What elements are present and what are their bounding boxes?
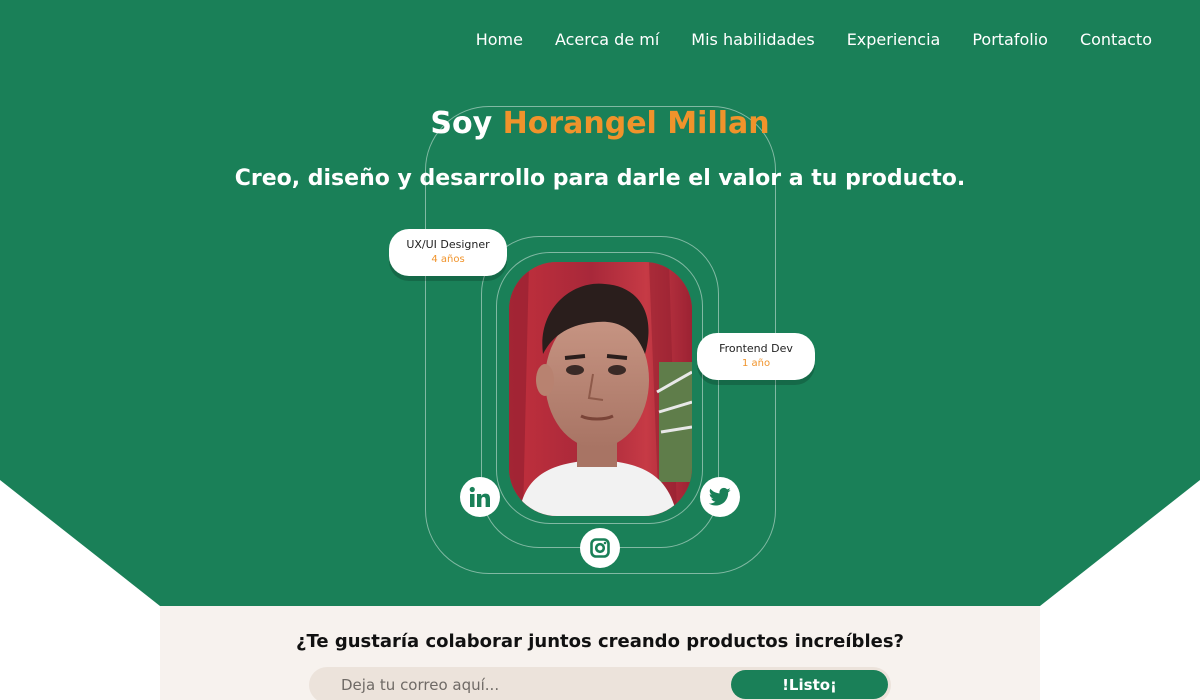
nav-about[interactable]: Acerca de mí [555, 28, 659, 52]
page: Home Acerca de mí Mis habilidades Experi… [0, 0, 1200, 700]
twitter-icon[interactable] [700, 477, 740, 517]
badge-years: 4 años [431, 254, 465, 265]
nav-skills[interactable]: Mis habilidades [691, 28, 814, 52]
instagram-icon[interactable] [580, 528, 620, 568]
nav-home[interactable]: Home [476, 28, 523, 52]
email-form: !Listo¡ [309, 667, 891, 700]
profile-photo [509, 262, 692, 516]
cta-question: ¿Te gustaría colaborar juntos creando pr… [296, 631, 904, 652]
email-input[interactable] [309, 667, 729, 700]
nav-portfolio[interactable]: Portafolio [972, 28, 1048, 52]
nav-experience[interactable]: Experiencia [847, 28, 941, 52]
badge-ux-ui-designer: UX/UI Designer 4 años [389, 229, 507, 276]
main-nav: Home Acerca de mí Mis habilidades Experi… [444, 28, 1152, 52]
cta-section: ¿Te gustaría colaborar juntos creando pr… [160, 606, 1040, 700]
hero-tagline: Creo, diseño y desarrollo para darle el … [234, 166, 966, 191]
hero-greeting: Soy [430, 106, 493, 141]
badge-role: Frontend Dev [719, 342, 793, 355]
badge-role: UX/UI Designer [406, 238, 490, 251]
badge-frontend-dev: Frontend Dev 1 año [697, 333, 815, 380]
hero-name: Horangel Millan [502, 106, 770, 141]
linkedin-icon[interactable] [460, 477, 500, 517]
submit-button[interactable]: !Listo¡ [731, 670, 888, 699]
badge-years: 1 año [741, 358, 771, 369]
nav-contact[interactable]: Contacto [1080, 28, 1152, 52]
hero-title: Soy Horangel Millan [0, 104, 1200, 144]
